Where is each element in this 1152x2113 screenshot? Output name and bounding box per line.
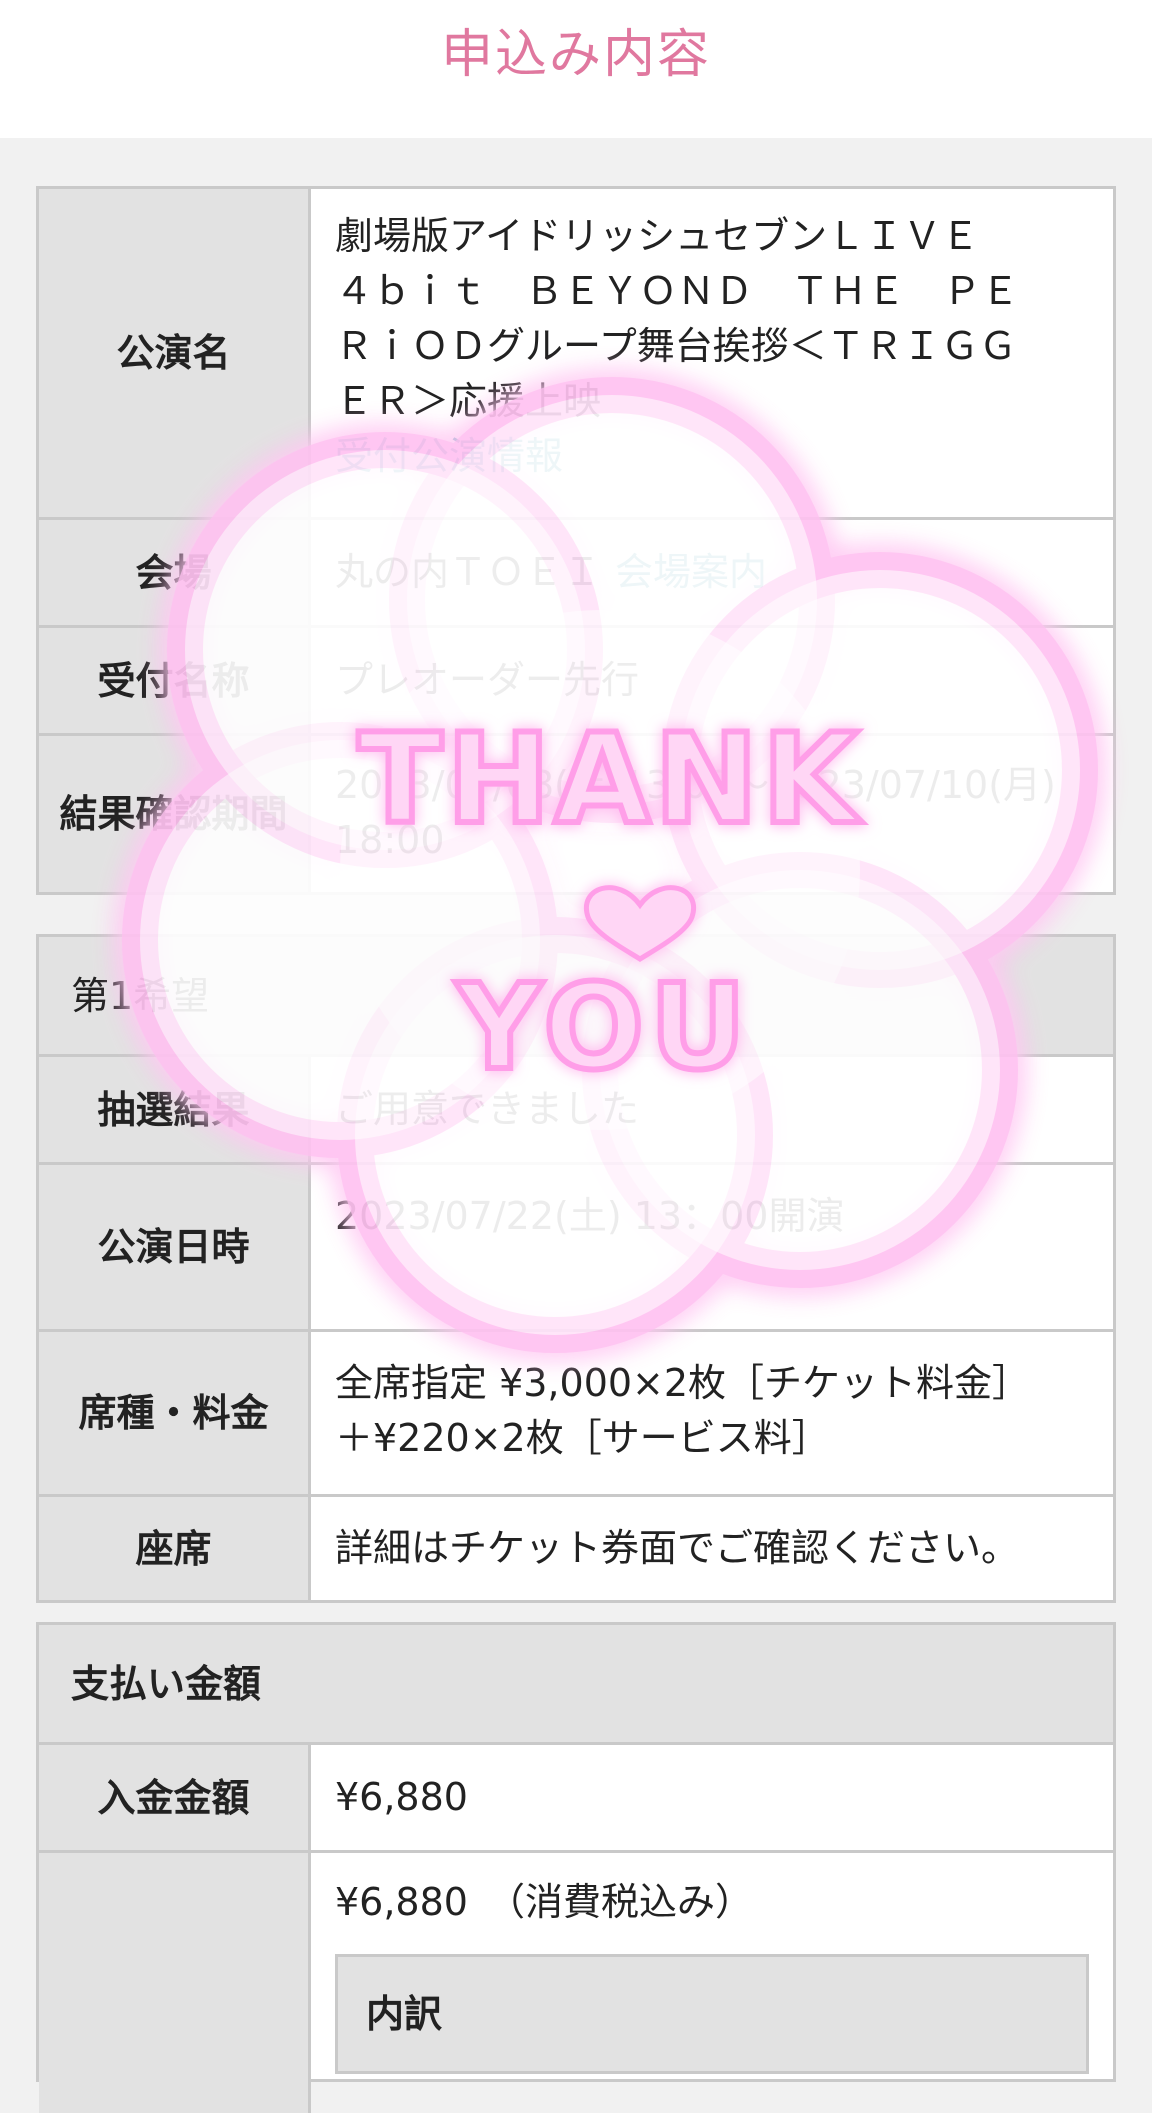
total-value: ¥6,880 （消費税込み） [335, 1880, 753, 1924]
venue-label: 会場 [39, 520, 311, 625]
event-title-line: ＥＲ＞応援上映 [335, 379, 602, 423]
datetime-label: 公演日時 [39, 1165, 311, 1329]
choice-heading: 第1希望 [39, 937, 1113, 1057]
seat-type-value: 全席指定 ¥3,000×2枚［チケット料金］ [335, 1361, 1031, 1405]
datetime-row: 公演日時 2023/07/22(土) 13：00開演 [39, 1165, 1113, 1332]
result-period-label: 結果確認期間 [39, 736, 311, 892]
lottery-value: ご用意できました [335, 1087, 640, 1131]
breakdown-heading: 内訳 [366, 1992, 443, 2036]
seat-label: 座席 [39, 1497, 311, 1600]
event-title-line: ＲｉＯＤグループ舞台挨拶＜ＴＲＩＧＧ [335, 324, 1017, 368]
reception-row: 受付名称 プレオーダー先行 [39, 628, 1113, 736]
seat-row: 座席 詳細はチケット券面でご確認ください。 [39, 1497, 1113, 1600]
event-title-row: 公演名 劇場版アイドリッシュセブンＬＩＶＥ ４ｂｉｔ ＢＥＹＯＮＤ ＴＨＥ ＰＥ… [39, 189, 1113, 520]
lottery-label: 抽選結果 [39, 1057, 311, 1162]
choice-panel: 第1希望 抽選結果 ご用意できました 公演日時 2023/07/22(土) 13… [36, 934, 1116, 1603]
total-row: ¥6,880 （消費税込み） 内訳 [39, 1853, 1113, 2113]
result-period-value: 18:00 [335, 818, 445, 862]
venue-row: 会場 丸の内ＴＯＥＩ 会場案内 [39, 520, 1113, 628]
seat-type-value: ＋¥220×2枚［サービス料］ [335, 1416, 830, 1460]
datetime-value: 2023/07/22(土) 13：00開演 [335, 1194, 845, 1238]
total-label [39, 1853, 311, 2113]
event-title-line: 劇場版アイドリッシュセブンＬＩＶＥ [335, 214, 980, 258]
page-header: 申込み内容 [0, 0, 1152, 138]
page-title: 申込み内容 [440, 25, 711, 85]
deposit-row: 入金金額 ¥6,880 [39, 1745, 1113, 1853]
payment-panel: 支払い金額 入金金額 ¥6,880 ¥6,880 （消費税込み） 内訳 [36, 1622, 1116, 2113]
result-period-row: 結果確認期間 2023/07/08(土)13:00～2023/07/10(月) … [39, 736, 1113, 892]
event-title-label: 公演名 [39, 189, 311, 517]
reception-label: 受付名称 [39, 628, 311, 733]
reception-value: プレオーダー先行 [335, 658, 640, 702]
result-period-value: 2023/07/08(土)13:00～2023/07/10(月) [335, 763, 1056, 807]
payment-heading: 支払い金額 [39, 1625, 1113, 1745]
venue-guide-link[interactable]: 会場案内 [615, 545, 767, 600]
event-title-line: ４ｂｉｔ ＢＥＹＯＮＤ ＴＨＥ ＰＥ [335, 269, 1020, 313]
lottery-row: 抽選結果 ご用意できました [39, 1057, 1113, 1165]
event-info-panel: 公演名 劇場版アイドリッシュセブンＬＩＶＥ ４ｂｉｔ ＢＥＹＯＮＤ ＴＨＥ ＰＥ… [36, 186, 1116, 895]
seat-value: 詳細はチケット券面でご確認ください。 [335, 1526, 1020, 1570]
event-detail-link[interactable]: 受付公演情報 [335, 429, 1089, 484]
seat-type-row: 席種・料金 全席指定 ¥3,000×2枚［チケット料金］ ＋¥220×2枚［サー… [39, 1332, 1113, 1497]
venue-value: 丸の内ＴＯＥＩ [335, 550, 602, 594]
breakdown-box: 内訳 [335, 1954, 1089, 2074]
deposit-value: ¥6,880 [335, 1775, 468, 1819]
deposit-label: 入金金額 [39, 1745, 311, 1850]
seat-type-label: 席種・料金 [39, 1332, 311, 1494]
